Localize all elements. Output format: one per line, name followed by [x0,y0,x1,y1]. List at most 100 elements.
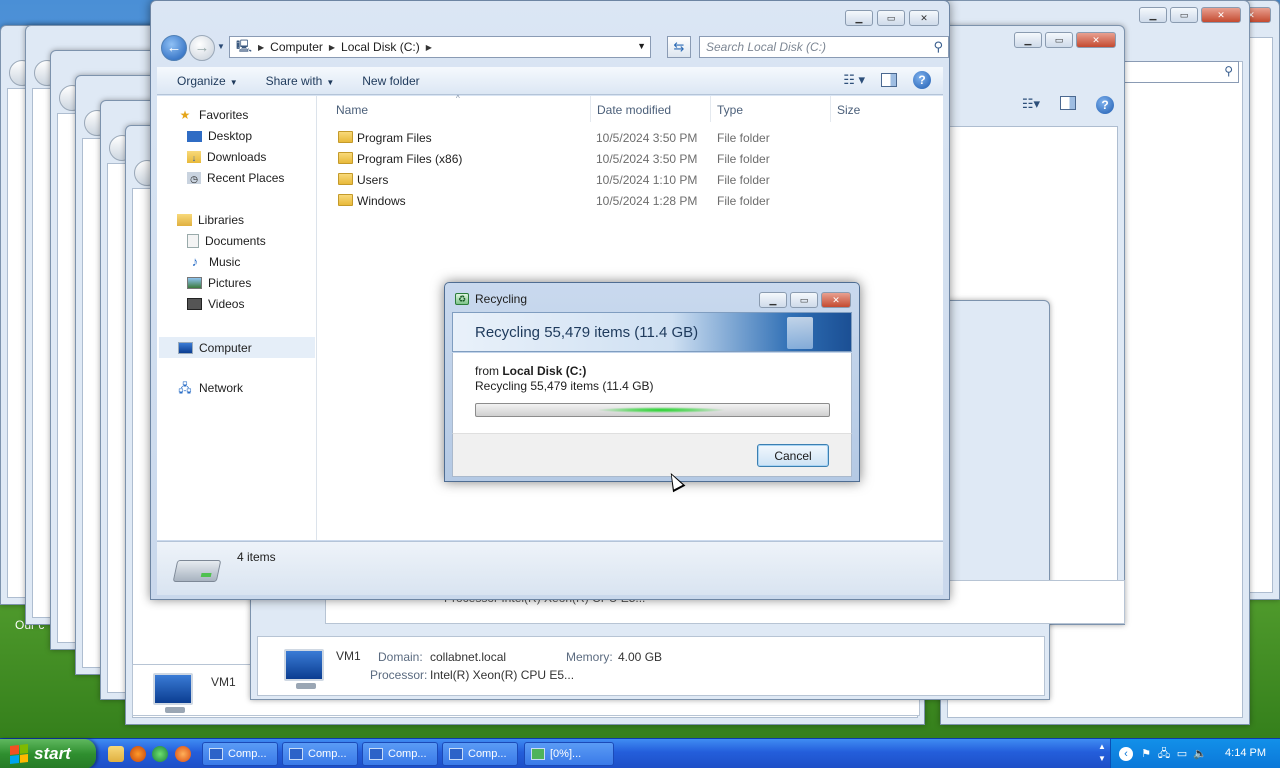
firefox-quicklaunch-icon[interactable] [130,746,146,762]
new-folder-button[interactable]: New folder [348,74,433,88]
help-icon[interactable]: ? [913,71,931,89]
close-icon[interactable]: ✕ [1076,32,1116,48]
breadcrumb-separator[interactable]: ▶ [426,43,432,52]
minimize-icon[interactable]: ▁ [759,292,787,308]
column-header-date-modified[interactable]: Date modified [597,103,671,117]
close-icon[interactable]: ✕ [1201,7,1241,23]
progress-bar [475,403,830,417]
address-dropdown-icon[interactable]: ▼ [637,41,646,51]
progress-marquee [596,407,726,413]
organize-button[interactable]: Organize ▼ [157,74,252,88]
row-date: 10/5/2024 3:50 PM [596,152,698,166]
taskbar-window-computer-4[interactable]: Comp... [442,742,518,766]
search-input[interactable]: Search Local Disk (C:) ⚲ [699,36,949,58]
breadcrumb-computer[interactable]: Computer [270,40,323,54]
pictures-icon [187,277,202,289]
maximize-icon[interactable]: ▭ [1045,32,1073,48]
column-header-type[interactable]: Type [717,103,743,117]
maximize-icon[interactable]: ▭ [790,292,818,308]
firefox-quicklaunch-icon-2[interactable] [175,746,191,762]
address-bar[interactable]: 🖳 ▶ Computer ▶ Local Disk (C:) ▶ ▼ [229,36,651,58]
monitor-tray-icon[interactable]: ▭ [1175,747,1189,761]
cancel-button[interactable]: Cancel [757,444,829,467]
nav-documents[interactable]: Documents [187,234,266,248]
help-icon[interactable]: ? [1096,96,1114,114]
start-button[interactable]: start [0,739,96,768]
computer-icon [289,748,303,760]
from-value: Local Disk (C:) [502,364,587,378]
forward-button[interactable]: → [189,35,215,61]
clock[interactable]: 4:14 PM [1225,747,1266,759]
command-bar: Organize ▼ Share with ▼ New folder ☷ ▾ ? [157,67,943,95]
volume-icon[interactable]: 🔈 [1193,747,1207,761]
flag-icon[interactable]: ⚑ [1139,747,1153,761]
taskbar-scroll-arrows[interactable]: ▲ ▼ [1098,741,1106,765]
table-row[interactable]: Users 10/5/2024 1:10 PM File folder [318,170,938,191]
back-arrow-icon[interactable]: ‹ [1119,747,1133,761]
breadcrumb-separator[interactable]: ▶ [329,43,335,52]
computer-icon [369,748,383,760]
row-date: 10/5/2024 1:10 PM [596,173,698,187]
taskbar-window-recycling[interactable]: [0%]... [524,742,614,766]
nav-videos[interactable]: Videos [187,297,244,311]
nav-desktop[interactable]: Desktop [187,129,252,143]
refresh-button[interactable]: ⇆ [667,36,691,58]
table-row[interactable]: Program Files 10/5/2024 3:50 PM File fol… [318,128,938,149]
nav-pictures[interactable]: Pictures [187,276,251,290]
minimize-icon[interactable]: ▁ [1014,32,1042,48]
recycle-icon [531,748,545,760]
row-type: File folder [717,152,770,166]
nav-recent-places[interactable]: ◷ Recent Places [187,171,284,185]
recent-pages-dropdown-icon[interactable]: ▼ [217,42,225,51]
change-view-icon[interactable]: ☷ ▾ [843,72,865,88]
preview-pane-icon[interactable] [881,73,897,87]
column-header-name[interactable]: Name [336,103,368,117]
maximize-icon[interactable]: ▭ [877,10,905,26]
nav-music[interactable]: ♪ Music [187,255,241,270]
folder-icon [338,194,353,206]
nav-label: Pictures [208,276,252,290]
computer-icon [209,748,223,760]
views-icon[interactable]: ☷▾ [1022,96,1040,114]
table-row[interactable]: Windows 10/5/2024 1:28 PM File folder [318,191,938,212]
close-icon[interactable]: ✕ [821,292,851,308]
computer-icon [284,649,324,689]
maximize-icon[interactable]: ▭ [1170,7,1198,23]
details-pane: 4 items [157,541,943,595]
explorer-quicklaunch-icon[interactable] [108,746,124,762]
videos-icon [187,298,202,310]
new-folder-label: New folder [362,73,420,88]
breadcrumb-separator[interactable]: ▶ [258,43,264,52]
chevron-down-icon: ▼ [229,77,238,87]
domain-label: Domain: [378,650,423,664]
search-icon: ⚲ [1224,64,1233,78]
taskbar-window-computer-1[interactable]: Comp... [202,742,278,766]
nav-libraries[interactable]: Libraries [177,213,244,227]
recycling-dialog: ♻ Recycling ▁ ▭ ✕ Recycling 55,479 items… [444,282,860,482]
breadcrumb-local-disk[interactable]: Local Disk (C:) [341,40,420,54]
libraries-icon [177,214,192,226]
close-icon[interactable]: ✕ [909,10,939,26]
browser-quicklaunch-icon[interactable] [152,746,168,762]
column-divider[interactable] [590,96,591,122]
memory-value: 4.00 GB [618,650,663,664]
folder-icon [338,173,353,185]
table-row[interactable]: Program Files (x86) 10/5/2024 3:50 PM Fi… [318,149,938,170]
network-tray-icon[interactable]: 🖧 [1157,747,1171,761]
preview-pane-icon[interactable] [1060,96,1076,110]
nav-computer[interactable]: Computer [159,337,315,358]
nav-label: Documents [205,234,266,248]
column-header-size[interactable]: Size [837,103,860,117]
nav-network[interactable]: 🖧 Network [177,381,243,395]
back-button[interactable]: ← [161,35,187,61]
minimize-icon[interactable]: ▁ [845,10,873,26]
minimize-icon[interactable]: ▁ [1139,7,1167,23]
share-with-button[interactable]: Share with ▼ [252,74,349,88]
column-divider[interactable] [830,96,831,122]
nav-favorites[interactable]: ★ Favorites [177,108,249,122]
column-divider[interactable] [710,96,711,122]
row-type: File folder [717,131,770,145]
taskbar-window-computer-3[interactable]: Comp... [362,742,438,766]
nav-downloads[interactable]: ↓ Downloads [187,150,266,164]
taskbar-window-computer-2[interactable]: Comp... [282,742,358,766]
